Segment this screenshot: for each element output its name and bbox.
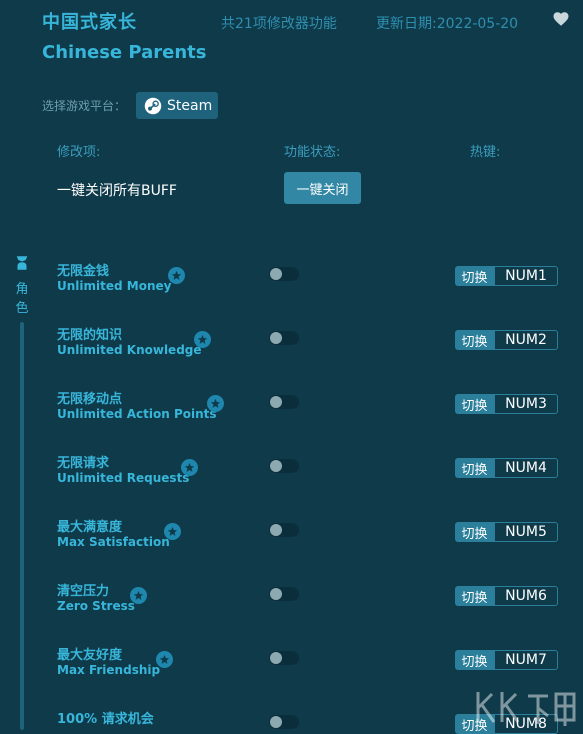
hotkey-key: NUM3 bbox=[494, 394, 558, 414]
cheat-name-cn: 无限的知识 bbox=[57, 328, 123, 343]
hotkey-key: NUM5 bbox=[494, 522, 558, 542]
cheat-name-cn: 最大友好度 bbox=[57, 648, 123, 663]
star-icon[interactable] bbox=[181, 459, 198, 476]
star-icon[interactable] bbox=[168, 267, 185, 284]
feature-count: 共21项修改器功能 bbox=[221, 16, 337, 32]
hotkey-key: NUM7 bbox=[494, 650, 558, 670]
page-title: 中国式家长 bbox=[42, 12, 137, 33]
update-date: 更新日期:2022-05-20 bbox=[376, 16, 519, 32]
cheat-name-en: Zero Stress bbox=[57, 599, 135, 613]
cheat-toggle[interactable] bbox=[269, 459, 299, 473]
column-item: 修改项: bbox=[57, 145, 101, 160]
hotkey-button[interactable]: 切换 NUM5 bbox=[455, 522, 558, 542]
cheat-toggle[interactable] bbox=[269, 267, 299, 281]
kk-download-watermark bbox=[476, 692, 576, 726]
hotkey-button[interactable]: 切换 NUM3 bbox=[455, 394, 558, 414]
hotkey-button[interactable]: 切换 NUM1 bbox=[455, 266, 558, 286]
switch-label: 切换 bbox=[455, 586, 494, 606]
hotkey-button[interactable]: 切换 NUM4 bbox=[455, 458, 558, 478]
close-all-buff-button[interactable]: 一键关闭 bbox=[284, 172, 361, 204]
star-icon[interactable] bbox=[164, 523, 181, 540]
cheat-name-en: Max Satisfaction bbox=[57, 535, 170, 549]
star-icon[interactable] bbox=[194, 331, 211, 348]
cheat-name-cn: 无限移动点 bbox=[57, 392, 123, 407]
hotkey-button[interactable]: 切换 NUM7 bbox=[455, 650, 558, 670]
switch-label: 切换 bbox=[455, 650, 494, 670]
hotkey-button[interactable]: 切换 NUM2 bbox=[455, 330, 558, 350]
steam-button-label: Steam bbox=[167, 97, 213, 114]
column-status: 功能状态: bbox=[284, 145, 341, 160]
switch-label: 切换 bbox=[455, 522, 494, 542]
hotkey-key: NUM2 bbox=[494, 330, 558, 350]
cheat-name-en: Max Friendship bbox=[57, 663, 161, 677]
cheat-toggle[interactable] bbox=[269, 523, 299, 537]
star-icon[interactable] bbox=[130, 587, 147, 604]
cheat-toggle[interactable] bbox=[269, 395, 299, 409]
switch-label: 切换 bbox=[455, 330, 494, 350]
switch-label: 切换 bbox=[455, 266, 494, 286]
heart-icon[interactable] bbox=[552, 10, 570, 28]
steam-icon bbox=[144, 97, 162, 114]
steam-button[interactable]: Steam bbox=[136, 92, 218, 119]
switch-label: 切换 bbox=[455, 394, 494, 414]
cheat-toggle[interactable] bbox=[269, 587, 299, 601]
cheat-name-cn: 无限金钱 bbox=[57, 264, 110, 279]
cheat-row: 无限金钱 Unlimited Money 切换 NUM1 bbox=[0, 260, 583, 324]
cheat-name-en: Unlimited Requests bbox=[57, 471, 190, 485]
star-icon[interactable] bbox=[156, 651, 173, 668]
column-hotkey: 热键: bbox=[470, 145, 501, 160]
cheat-row: 清空压力 Zero Stress 切换 NUM6 bbox=[0, 580, 583, 644]
cheat-name-cn: 最大满意度 bbox=[57, 520, 123, 535]
cheat-toggle[interactable] bbox=[269, 331, 299, 345]
cheat-name-cn: 无限请求 bbox=[57, 456, 110, 471]
hotkey-key: NUM4 bbox=[494, 458, 558, 478]
hotkey-key: NUM1 bbox=[494, 266, 558, 286]
cheat-row: 无限的知识 Unlimited Knowledge 切换 NUM2 bbox=[0, 324, 583, 388]
hotkey-button[interactable]: 切换 NUM6 bbox=[455, 586, 558, 606]
hotkey-key: NUM6 bbox=[494, 586, 558, 606]
cheat-row: 无限移动点 Unlimited Action Points 切换 NUM3 bbox=[0, 388, 583, 452]
cheat-row: 最大满意度 Max Satisfaction 切换 NUM5 bbox=[0, 516, 583, 580]
cheat-name-cn: 100% 请求机会 bbox=[57, 712, 154, 727]
cheat-name-en: Unlimited Money bbox=[57, 279, 172, 293]
cheat-name-en: Unlimited Action Points bbox=[57, 407, 217, 421]
cheat-toggle[interactable] bbox=[269, 715, 299, 729]
platform-label: 选择游戏平台： bbox=[42, 99, 127, 113]
game-title-en: Chinese Parents bbox=[42, 42, 207, 63]
switch-label: 切换 bbox=[455, 458, 494, 478]
star-icon[interactable] bbox=[207, 395, 224, 412]
cheat-row: 无限请求 Unlimited Requests 切换 NUM4 bbox=[0, 452, 583, 516]
cheat-name-en: Unlimited Knowledge bbox=[57, 343, 202, 357]
cheat-toggle[interactable] bbox=[269, 651, 299, 665]
cheat-name-cn: 清空压力 bbox=[57, 584, 110, 599]
close-all-buff-label: 一键关闭所有BUFF bbox=[57, 183, 177, 199]
